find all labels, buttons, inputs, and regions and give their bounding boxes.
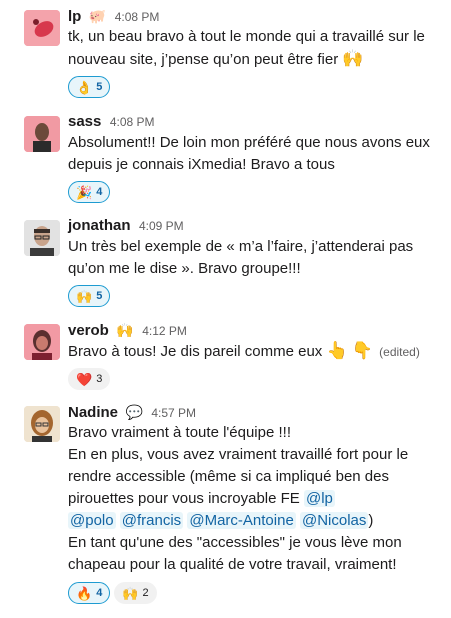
message-text: tk, un beau bravo à tout le monde qui a … bbox=[68, 26, 443, 71]
avatar-verob[interactable] bbox=[24, 324, 60, 360]
avatar-image bbox=[24, 116, 60, 152]
mention-lp[interactable]: @lp bbox=[303, 490, 335, 507]
author-name[interactable]: lp bbox=[68, 8, 81, 25]
party-popper-icon: 🎉 bbox=[76, 184, 93, 200]
author-name[interactable]: sass bbox=[68, 113, 101, 130]
ok-hand-icon: 👌 bbox=[76, 79, 93, 95]
avatar-image bbox=[24, 220, 60, 256]
reaction-count: 4 bbox=[96, 587, 103, 599]
message-line-2-text: En en plus, vous avez vraiment travaillé… bbox=[68, 446, 409, 507]
reaction-count: 2 bbox=[142, 587, 149, 599]
author-name[interactable]: verob bbox=[68, 322, 109, 339]
raised-hands-icon: 🙌 bbox=[342, 49, 364, 68]
fire-icon: 🔥 bbox=[76, 585, 93, 601]
timestamp[interactable]: 4:09 PM bbox=[139, 219, 184, 233]
reaction-heart[interactable]: ❤️ 3 bbox=[68, 368, 111, 390]
reaction-ok-hand[interactable]: 👌 5 bbox=[68, 76, 111, 98]
point-down-icon: 👇 bbox=[351, 341, 373, 360]
reaction-count: 3 bbox=[96, 373, 103, 385]
point-up-icon: 👆 bbox=[326, 341, 348, 360]
message-line-2: En en plus, vous avez vraiment travaillé… bbox=[68, 444, 443, 532]
reaction-raised-hands[interactable]: 🙌 5 bbox=[68, 285, 111, 307]
message-line-3: En tant qu'une des "accessibles" je vous… bbox=[68, 534, 402, 573]
avatar-image bbox=[24, 10, 60, 46]
closing-paren: ) bbox=[368, 512, 374, 529]
mention-marc-antoine[interactable]: @Marc-Antoine bbox=[187, 512, 296, 529]
avatar-lp[interactable] bbox=[24, 10, 60, 46]
avatar-jonathan[interactable] bbox=[24, 220, 60, 256]
mention-polo[interactable]: @polo bbox=[68, 512, 116, 529]
heart-icon: ❤️ bbox=[76, 371, 93, 387]
timestamp[interactable]: 4:12 PM bbox=[142, 324, 187, 338]
reaction-party-popper[interactable]: 🎉 4 bbox=[68, 181, 111, 203]
reaction-fire[interactable]: 🔥 4 bbox=[68, 582, 111, 604]
pig-status-icon[interactable]: 🐖 bbox=[89, 8, 106, 24]
author-name[interactable]: Nadine bbox=[68, 404, 118, 421]
reaction-raised-hands[interactable]: 🙌 2 bbox=[114, 582, 157, 604]
reaction-count: 5 bbox=[96, 81, 103, 93]
raised-hands-status-icon[interactable]: 🙌 bbox=[116, 322, 133, 338]
timestamp[interactable]: 4:08 PM bbox=[115, 10, 160, 24]
avatar-image bbox=[24, 324, 60, 360]
message-line-1: Bravo vraiment à toute l'équipe !!! bbox=[68, 424, 291, 441]
speech-bubble-status-icon[interactable]: 💬 bbox=[125, 404, 142, 420]
message-text: Absolument!! De loin mon préféré que nou… bbox=[68, 134, 430, 173]
message-text: Bravo vraiment à toute l'équipe !!! En e… bbox=[68, 422, 443, 576]
mention-francis[interactable]: @francis bbox=[119, 512, 184, 529]
reaction-count: 5 bbox=[96, 290, 103, 302]
mention-nicolas[interactable]: @Nicolas bbox=[299, 512, 369, 529]
avatar-image bbox=[24, 406, 60, 442]
raised-hands-icon: 🙌 bbox=[122, 585, 139, 601]
raised-hands-icon: 🙌 bbox=[76, 288, 93, 304]
message-text: Bravo à tous! Je dis pareil comme eux 👆 … bbox=[68, 340, 443, 363]
message-text-content: Bravo à tous! Je dis pareil comme eux bbox=[68, 343, 323, 360]
message-text-content: tk, un beau bravo à tout le monde qui a … bbox=[68, 28, 425, 68]
timestamp[interactable]: 4:08 PM bbox=[110, 115, 155, 129]
avatar-nadine[interactable] bbox=[24, 406, 60, 442]
reaction-count: 4 bbox=[96, 186, 103, 198]
author-name[interactable]: jonathan bbox=[68, 217, 131, 234]
timestamp[interactable]: 4:57 PM bbox=[151, 406, 196, 420]
edited-label: (edited) bbox=[379, 345, 420, 359]
message-text: Un très bel exemple de « m’a l’faire, j’… bbox=[68, 238, 414, 277]
avatar-sass[interactable] bbox=[24, 116, 60, 152]
